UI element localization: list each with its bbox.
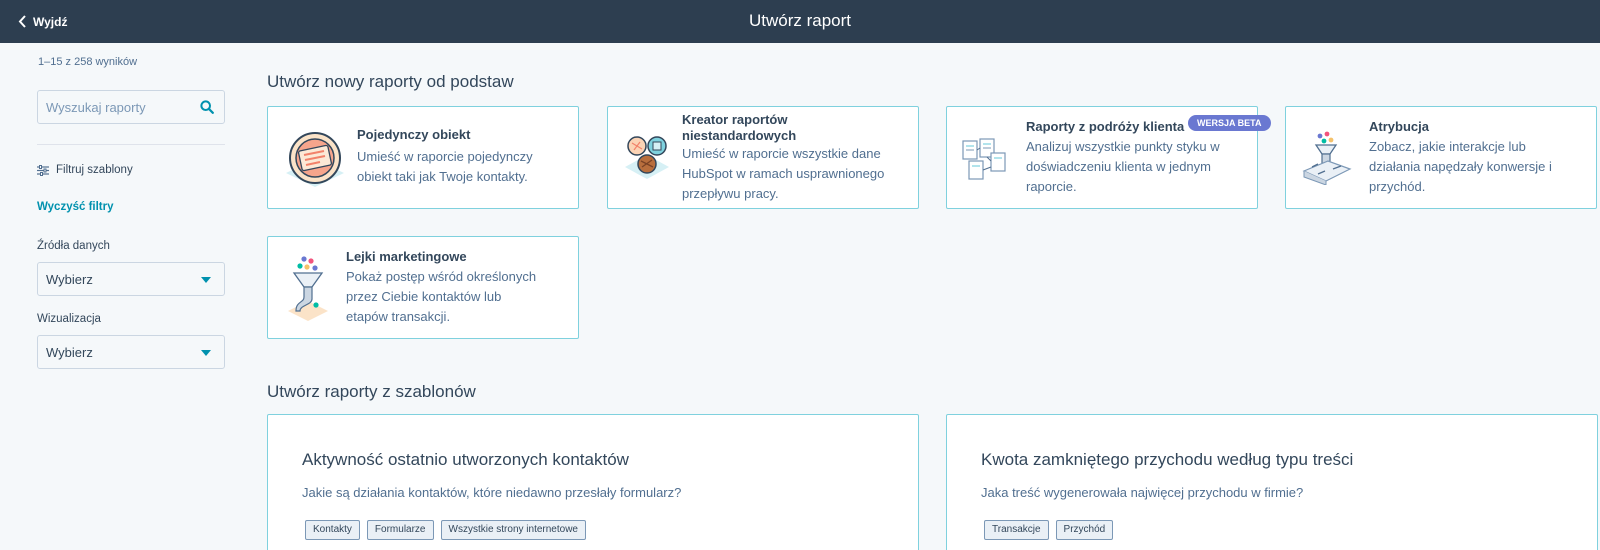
tag: Wszystkie strony internetowe bbox=[440, 520, 586, 540]
page-title: Utwórz raport bbox=[748, 11, 852, 30]
card-title: Atrybucja bbox=[1369, 119, 1429, 134]
template-description: Jaka treść wygenerowała najwięcej przych… bbox=[981, 485, 1304, 500]
attribution-illustration bbox=[1302, 131, 1352, 185]
marketing-funnels-card[interactable]: Lejki marketingowe Pokaż postęp wśród ok… bbox=[267, 236, 579, 339]
single-object-illustration bbox=[286, 132, 344, 187]
card-description: Pokaż postęp wśród określonych przez Cie… bbox=[346, 269, 537, 324]
search-icon[interactable] bbox=[200, 100, 214, 114]
template-description: Jakie są działania kontaktów, które nied… bbox=[302, 485, 682, 500]
card-title: Kreator raportów niestandardowych bbox=[682, 112, 797, 143]
card-description: Umieść w raporcie wszystkie dane HubSpot… bbox=[682, 146, 885, 201]
data-sources-select[interactable]: Wybierz bbox=[37, 262, 225, 296]
data-sources-label: Źródła danych bbox=[37, 240, 110, 252]
card-description: Analizuj wszystkie punkty styku w doświa… bbox=[1026, 139, 1220, 194]
clear-filters-link[interactable]: Wyczyść filtry bbox=[37, 201, 114, 213]
beta-badge: WERSJA BETA bbox=[1188, 115, 1271, 131]
tag: Formularze bbox=[366, 520, 434, 540]
template-card-recent-contacts-activity[interactable]: Aktywność ostatnio utworzonych kontaktów… bbox=[267, 414, 919, 550]
template-tags: Transakcje Przychód bbox=[984, 520, 1114, 540]
filter-templates-toggle[interactable]: Filtruj szablony bbox=[37, 164, 133, 176]
sidebar-divider bbox=[37, 144, 225, 145]
search-input[interactable] bbox=[46, 91, 196, 123]
card-title: Lejki marketingowe bbox=[346, 249, 467, 264]
card-title: Pojedynczy obiekt bbox=[357, 127, 471, 142]
template-title: Aktywność ostatnio utworzonych kontaktów bbox=[302, 450, 629, 469]
template-tags: Kontakty Formularze Wszystkie strony int… bbox=[305, 520, 586, 540]
customer-journey-card[interactable]: Raporty z podróży klienta WERSJA BETA An… bbox=[946, 106, 1271, 209]
data-sources-value: Wybierz bbox=[46, 272, 93, 287]
filter-sliders-icon bbox=[37, 164, 49, 176]
card-description: Zobacz, jakie interakcje lub działania n… bbox=[1369, 139, 1552, 194]
template-section-title: Utwórz raporty z szablonów bbox=[267, 382, 476, 401]
caret-down-icon bbox=[201, 277, 211, 283]
attribution-card[interactable]: Atrybucja Zobacz, jakie interakcje lub d… bbox=[1285, 106, 1597, 209]
tag: Kontakty bbox=[305, 520, 360, 540]
filter-templates-label: Filtruj szablony bbox=[56, 164, 133, 176]
single-object-card[interactable]: Pojedynczy obiekt Umieść w raporcie poje… bbox=[267, 106, 579, 209]
caret-down-icon bbox=[201, 350, 211, 356]
visualization-select[interactable]: Wybierz bbox=[37, 335, 225, 369]
template-card-closed-revenue-by-content[interactable]: Kwota zamkniętego przychodu według typu … bbox=[946, 414, 1598, 550]
template-title: Kwota zamkniętego przychodu według typu … bbox=[981, 450, 1354, 469]
custom-report-builder-card[interactable]: Kreator raportów niestandardowych Umieść… bbox=[607, 106, 919, 209]
card-description: Umieść w raporcie pojedynczy obiekt taki… bbox=[357, 149, 533, 184]
result-count: 1–15 z 258 wyników bbox=[38, 56, 138, 68]
visualization-label: Wizualizacja bbox=[37, 313, 101, 325]
search-box bbox=[37, 90, 225, 124]
customer-journey-illustration bbox=[962, 138, 1006, 180]
card-title: Raporty z podróży klienta bbox=[1026, 119, 1185, 134]
tag: Transakcje bbox=[984, 520, 1049, 540]
marketing-funnel-illustration bbox=[288, 256, 328, 321]
custom-builder-illustration bbox=[625, 136, 669, 179]
top-bar: Wyjdź Utwórz raport bbox=[0, 0, 1600, 43]
tag: Przychód bbox=[1055, 520, 1114, 540]
scratch-section-title: Utwórz nowy raporty od podstaw bbox=[267, 72, 514, 91]
visualization-value: Wybierz bbox=[46, 345, 93, 360]
